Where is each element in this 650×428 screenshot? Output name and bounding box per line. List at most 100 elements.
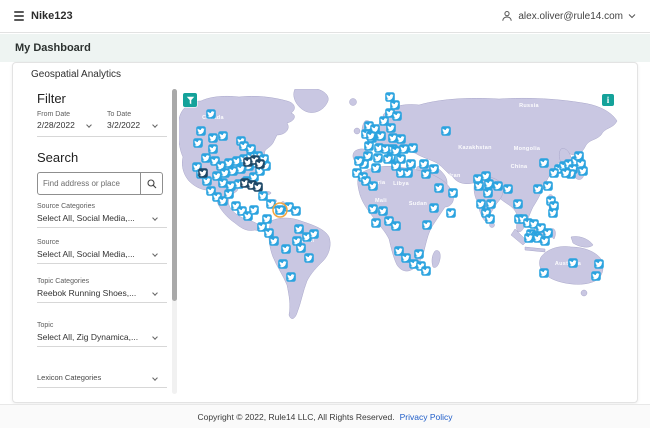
lexicon-categories-chevron-icon[interactable] (152, 375, 158, 381)
map-marker[interactable] (408, 143, 418, 153)
map-marker[interactable] (548, 208, 558, 218)
map-marker[interactable] (503, 184, 513, 194)
map-marker[interactable] (391, 221, 401, 231)
map-marker[interactable] (594, 259, 604, 269)
map-marker[interactable] (296, 243, 306, 253)
map-marker[interactable] (258, 191, 268, 201)
map-marker[interactable] (208, 144, 218, 154)
map-marker[interactable] (386, 123, 396, 133)
map-marker[interactable] (483, 188, 493, 198)
source-chevron-icon[interactable] (152, 251, 158, 257)
search-input[interactable] (38, 173, 140, 194)
map-marker[interactable] (533, 184, 543, 194)
map-marker[interactable] (422, 220, 432, 230)
map-marker[interactable] (446, 208, 456, 218)
map-marker[interactable] (419, 159, 429, 169)
map-marker[interactable] (371, 218, 381, 228)
map-marker[interactable] (193, 138, 203, 148)
privacy-policy-link[interactable]: Privacy Policy (400, 412, 453, 422)
map-marker[interactable] (309, 229, 319, 239)
topic-chevron-icon[interactable] (152, 334, 158, 340)
topic-categories-select[interactable]: Reebok Running Shoes,... (37, 288, 136, 298)
map-marker[interactable] (485, 214, 495, 224)
map-marker[interactable] (396, 134, 406, 144)
world-map[interactable]: CanadaRussiaKazakhstanMongoliaChinaIranA… (179, 89, 622, 399)
map-marker[interactable] (524, 233, 534, 243)
to-date-select[interactable]: 3/2/2022 (107, 120, 140, 130)
map-marker[interactable] (253, 182, 263, 192)
map-marker[interactable] (281, 244, 291, 254)
map-marker[interactable] (249, 205, 259, 215)
map-marker[interactable] (286, 272, 296, 282)
map-marker[interactable] (218, 131, 228, 141)
map-marker[interactable] (364, 141, 374, 151)
map-marker[interactable] (366, 131, 376, 141)
map-marker[interactable] (354, 156, 364, 166)
map-marker[interactable] (406, 159, 416, 169)
topic-select[interactable]: Select All, Zig Dynamica,... (37, 332, 138, 342)
to-date-chevron-icon[interactable] (152, 122, 158, 128)
map-marker[interactable] (206, 109, 216, 119)
map-marker[interactable] (266, 199, 276, 209)
lexicon-categories-select[interactable]: Lexicon Categories (37, 373, 101, 382)
map-marker[interactable] (549, 168, 559, 178)
map-marker[interactable] (578, 166, 588, 176)
map-marker[interactable] (493, 181, 503, 191)
map-marker[interactable] (568, 258, 578, 268)
from-date-select[interactable]: 2/28/2022 (37, 120, 75, 130)
topic-categories-chevron-icon[interactable] (152, 290, 158, 296)
source-categories-chevron-icon[interactable] (152, 215, 158, 221)
map-marker[interactable] (275, 205, 285, 215)
map-marker[interactable] (278, 259, 288, 269)
map-marker[interactable] (208, 133, 218, 143)
map-marker[interactable] (304, 253, 314, 263)
map-filter-button[interactable] (183, 93, 197, 107)
map-marker[interactable] (421, 169, 431, 179)
panel-scrollbar[interactable] (172, 89, 177, 394)
map-marker[interactable] (486, 199, 496, 209)
map-marker[interactable] (224, 189, 234, 199)
map-marker[interactable] (540, 236, 550, 246)
map-info-button[interactable]: i (602, 94, 614, 106)
map-marker[interactable] (513, 199, 523, 209)
from-date-chevron-icon[interactable] (86, 122, 92, 128)
map-marker[interactable] (201, 153, 211, 163)
map-marker[interactable] (434, 183, 444, 193)
map-marker[interactable] (376, 131, 386, 141)
map-marker[interactable] (441, 126, 451, 136)
map-marker[interactable] (368, 204, 378, 214)
map-marker[interactable] (373, 153, 383, 163)
map-marker[interactable] (476, 199, 486, 209)
map-marker[interactable] (391, 146, 401, 156)
map-marker[interactable] (291, 206, 301, 216)
user-menu[interactable]: alex.oliver@rule14.com (501, 10, 636, 22)
map-marker[interactable] (294, 224, 304, 234)
map-marker[interactable] (543, 181, 553, 191)
map-marker[interactable] (196, 126, 206, 136)
map-marker[interactable] (484, 179, 494, 189)
panel-scrollbar-thumb[interactable] (172, 89, 177, 301)
map-marker[interactable] (255, 159, 265, 169)
source-categories-select[interactable]: Select All, Social Media,... (37, 213, 135, 223)
map-marker[interactable] (383, 154, 393, 164)
map-marker[interactable] (539, 158, 549, 168)
map-marker[interactable] (368, 181, 378, 191)
map-marker[interactable] (539, 268, 549, 278)
map-marker[interactable] (429, 203, 439, 213)
map-marker[interactable] (448, 188, 458, 198)
search-button[interactable] (140, 173, 162, 194)
map-marker[interactable] (198, 168, 208, 178)
map-marker[interactable] (403, 168, 413, 178)
divider (37, 263, 167, 264)
map-marker[interactable] (392, 111, 402, 121)
source-select[interactable]: Select All, Social Media,... (37, 249, 135, 259)
menu-icon[interactable] (14, 11, 24, 21)
map-marker[interactable] (591, 271, 601, 281)
map-marker[interactable] (561, 168, 571, 178)
map-marker[interactable] (371, 163, 381, 173)
map-marker[interactable] (269, 236, 279, 246)
map-marker[interactable] (414, 249, 424, 259)
map-marker[interactable] (474, 181, 484, 191)
map-marker[interactable] (378, 206, 388, 216)
map-marker[interactable] (421, 266, 431, 276)
